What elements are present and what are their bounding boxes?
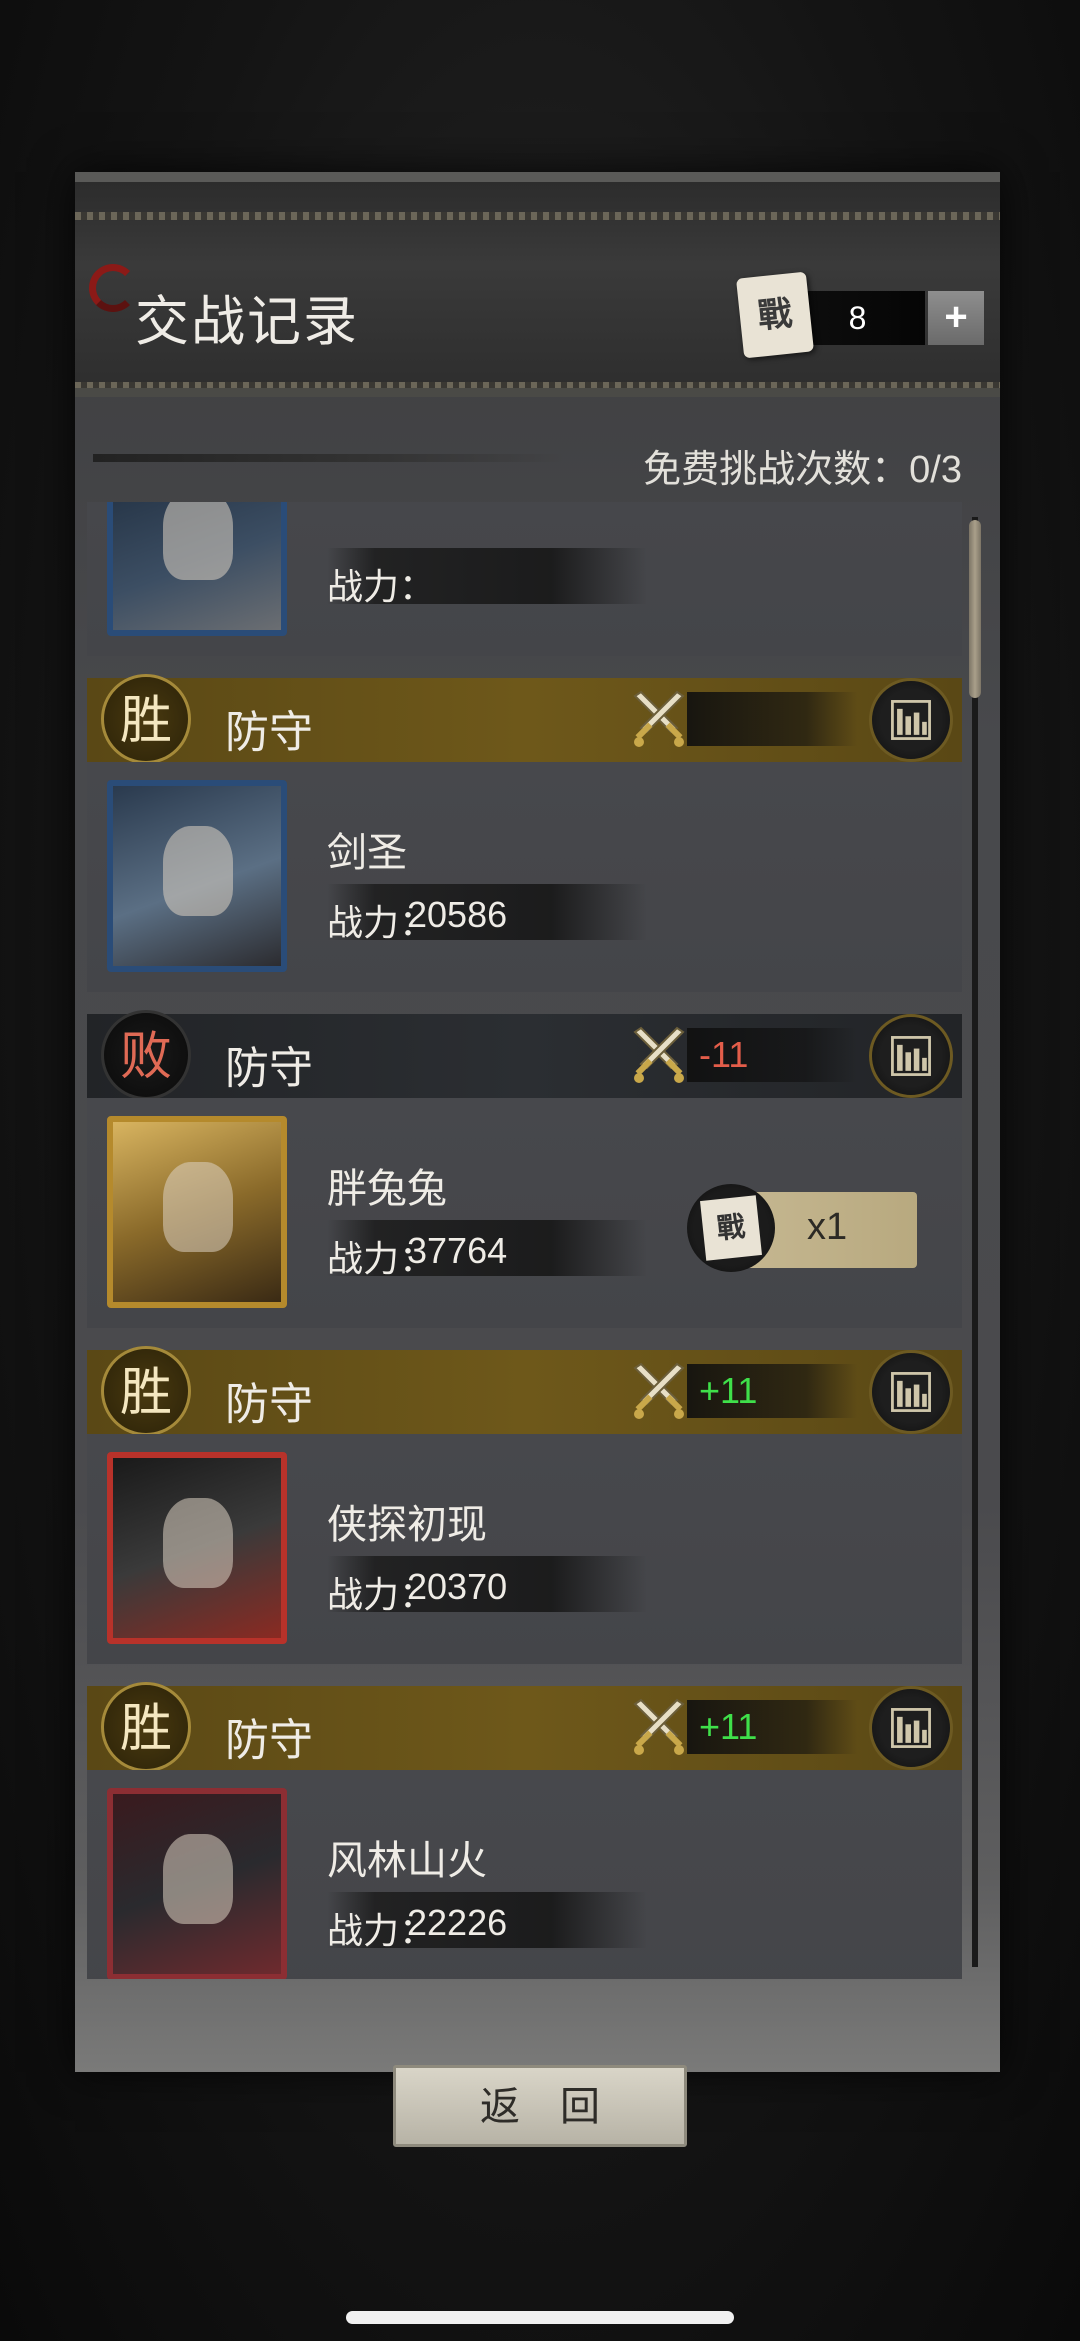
score-change: +11 (699, 1706, 758, 1747)
bar-chart-icon (891, 700, 931, 740)
opponent-name: 风林山火 (327, 1839, 487, 1883)
avatar-portrait (163, 1162, 233, 1252)
bar-chart-icon (891, 1372, 931, 1412)
opponent-avatar[interactable] (107, 1116, 287, 1308)
opponent-avatar[interactable] (107, 780, 287, 972)
opponent-avatar[interactable] (107, 1788, 287, 1979)
avatar-portrait (163, 1834, 233, 1924)
battle-mode: 防守 (225, 1716, 313, 1765)
record-list[interactable]: 胜防守+11战力：胜防守剑圣战力：20586败防守-11胖兔兔战力：37764戰… (87, 502, 962, 1979)
score-change: -11 (699, 1034, 749, 1075)
crossed-swords-icon (633, 1026, 685, 1083)
scrollbar-thumb[interactable] (969, 520, 981, 698)
opponent-avatar[interactable] (107, 1452, 287, 1644)
power-value: 20370 (407, 1566, 508, 1607)
battle-mode: 防守 (225, 708, 313, 757)
free-challenge-count: 免费挑战次数：0/3 (643, 449, 962, 491)
divider (93, 454, 563, 462)
title-swirl-icon (89, 264, 137, 312)
page-title: 交战记录 (135, 292, 359, 352)
power-value: 20586 (407, 894, 508, 935)
challenge-token-counter: 8 戰 + (735, 271, 985, 359)
panel-header: 交战记录 8 戰 + (75, 172, 1000, 397)
header-ornament-bottom (75, 382, 1000, 388)
power-value: 22226 (407, 1902, 508, 1943)
battle-record-item: 败防守 -11 胖兔兔 战力： 37764 戰 x1 (87, 1006, 962, 1342)
battle-stats-button[interactable] (869, 1686, 953, 1770)
battle-stats-button[interactable] (869, 1014, 953, 1098)
battle-record-item: 胜防守 +11 风林山火 战力： 22226 (87, 1678, 962, 1979)
crossed-swords-icon (633, 690, 685, 747)
battle-stats-button[interactable] (869, 1350, 953, 1434)
record-body: 剑圣 战力： 20586 (87, 762, 962, 992)
result-badge: 败 (101, 1010, 191, 1100)
record-body: 战力： (87, 502, 962, 656)
battle-record-item: 胜防守 剑圣 战力： 20586 (87, 670, 962, 1006)
opponent-name: 胖兔兔 (327, 1167, 447, 1211)
bar-chart-icon (891, 1036, 931, 1076)
record-body: 风林山火 战力： 22226 (87, 1770, 962, 1979)
bar-chart-icon (891, 1708, 931, 1748)
result-badge: 胜 (101, 674, 191, 764)
token-glyph: 戰 (700, 1195, 762, 1261)
crossed-swords-icon (633, 1698, 685, 1755)
reward-claim[interactable]: 戰 x1 (687, 1184, 917, 1272)
header-ornament (75, 212, 1000, 220)
avatar-portrait (163, 826, 233, 916)
power-label: 战力： (327, 566, 436, 607)
power-value: 37764 (407, 1230, 508, 1271)
record-header: 胜防守 +11 (87, 1346, 962, 1436)
return-button[interactable]: 返回 (393, 2065, 687, 2147)
record-header: 胜防守 (87, 674, 962, 764)
score-background (687, 692, 857, 746)
scrollbar-track[interactable] (972, 517, 978, 1967)
avatar-portrait (163, 1498, 233, 1588)
home-indicator[interactable] (346, 2311, 734, 2324)
crossed-swords-icon (633, 1362, 685, 1419)
score-change: +11 (699, 1370, 758, 1411)
record-body: 胖兔兔 战力： 37764 戰 x1 (87, 1098, 962, 1328)
battle-record-item: 胜防守+11战力： (87, 502, 962, 670)
add-token-button[interactable]: + (928, 291, 984, 345)
battle-mode: 防守 (225, 1380, 313, 1429)
battle-token-icon: 戰 (736, 271, 814, 359)
record-body: 侠探初现 战力： 20370 (87, 1434, 962, 1664)
record-header: 胜防守 +11 (87, 1682, 962, 1772)
result-badge: 胜 (101, 1346, 191, 1436)
reward-quantity: x1 (807, 1206, 848, 1248)
opponent-name: 剑圣 (327, 831, 407, 875)
battle-mode: 防守 (225, 1044, 313, 1093)
opponent-avatar[interactable] (107, 502, 287, 636)
avatar-portrait (163, 502, 233, 580)
battle-record-panel: 交战记录 8 戰 + 免费挑战次数：0/3 胜防守+11战力：胜防守剑圣战力：2… (75, 172, 1000, 2147)
opponent-name: 侠探初现 (327, 1503, 487, 1547)
result-badge: 胜 (101, 1682, 191, 1772)
record-header: 败防守 -11 (87, 1010, 962, 1100)
battle-record-item: 胜防守 +11 侠探初现 战力： 20370 (87, 1342, 962, 1678)
battle-stats-button[interactable] (869, 678, 953, 762)
battle-token-icon: 戰 (687, 1184, 775, 1272)
